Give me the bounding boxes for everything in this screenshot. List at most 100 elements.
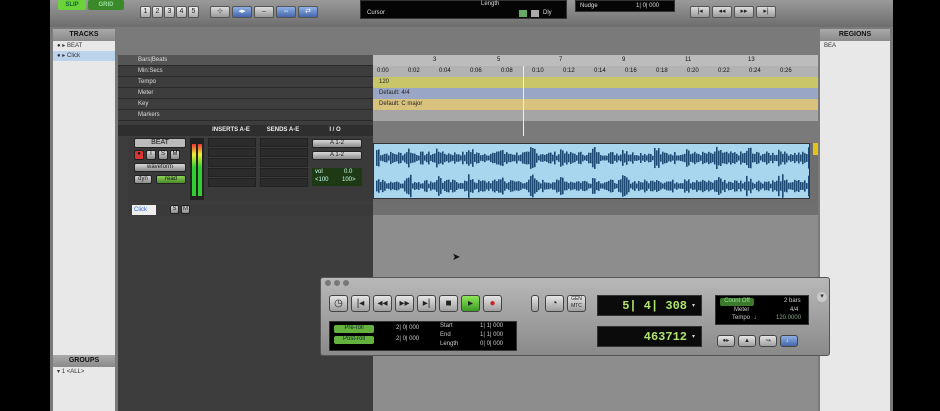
select-tool-icon[interactable]: ⎯ xyxy=(254,6,274,18)
playhead-line[interactable] xyxy=(523,66,524,136)
click-solo-button[interactable]: S xyxy=(170,205,179,214)
close-icon[interactable] xyxy=(325,280,331,286)
ruler-label-key[interactable]: Key xyxy=(118,99,373,110)
go-to-end-icon[interactable]: ▸| xyxy=(756,6,776,18)
sub-counter[interactable]: 463712 xyxy=(597,326,702,347)
groups-panel-title[interactable]: GROUPS xyxy=(53,355,115,367)
send-slot[interactable] xyxy=(260,168,308,177)
meter-value[interactable]: 4/4 xyxy=(790,307,798,313)
ruler-label-bars-beats[interactable]: Bars|Beats xyxy=(118,55,373,66)
fast-forward-button[interactable]: ▸▸ xyxy=(395,295,414,312)
insert-slot[interactable] xyxy=(208,138,256,147)
tempo-ruler[interactable]: 120 xyxy=(373,77,818,88)
zoom-preset-3[interactable]: 3 xyxy=(164,6,175,18)
insert-slot[interactable] xyxy=(208,168,256,177)
output-selector[interactable]: A 1-2 xyxy=(312,151,362,160)
zoom-preset-4[interactable]: 4 xyxy=(176,6,187,18)
automation-mode-selector[interactable]: read xyxy=(156,175,186,184)
tracks-list-item[interactable]: ● ▸ Click xyxy=(53,51,115,61)
zoom-preset-5[interactable]: 5 xyxy=(188,6,199,18)
nudge-value[interactable]: 1| 0| 000 xyxy=(636,3,659,9)
end-value[interactable]: 1| 1| 000 xyxy=(480,332,503,338)
return-to-zero-icon[interactable]: |◂ xyxy=(690,6,710,18)
slip-mode-button[interactable]: SLIP xyxy=(58,0,86,10)
gen-mtc-button[interactable]: GEN MTC xyxy=(567,295,586,312)
link-icon[interactable] xyxy=(519,10,527,17)
postroll-button[interactable]: Post-roll xyxy=(334,336,374,344)
record-enable-button[interactable]: ● xyxy=(134,150,144,160)
beat-track-name[interactable]: BEAT xyxy=(134,138,186,148)
online-icon[interactable]: ◷ xyxy=(329,295,348,312)
playlist-selector[interactable]: dyn xyxy=(134,175,152,184)
volume-pan-display[interactable]: vol 0.0 <100 100> xyxy=(312,168,362,186)
play-button[interactable]: ▸ xyxy=(461,295,480,312)
ruler-label-min-secs[interactable]: Min:Secs xyxy=(118,66,373,77)
insert-slots xyxy=(208,138,256,187)
send-slot[interactable] xyxy=(260,158,308,167)
transport-menu-icon[interactable]: ▾ xyxy=(817,292,827,302)
send-slot[interactable] xyxy=(260,178,308,187)
insert-slot[interactable] xyxy=(208,148,256,157)
clipboard-icon[interactable] xyxy=(531,10,539,17)
postroll-value[interactable]: 2| 0| 000 xyxy=(396,336,419,342)
markers-ruler[interactable] xyxy=(373,110,818,121)
go-to-end-button[interactable]: ▸| xyxy=(417,295,436,312)
clip-resize-handle[interactable] xyxy=(813,143,818,155)
fast-forward-icon[interactable]: ▸▸ xyxy=(734,6,754,18)
zoom-preset-2[interactable]: 2 xyxy=(152,6,163,18)
meter-ruler[interactable]: Default: 4/4 xyxy=(373,88,818,99)
insert-slot[interactable] xyxy=(208,158,256,167)
solo-button[interactable]: S xyxy=(158,150,168,160)
group-list-item[interactable]: ▾ 1 <ALL> xyxy=(53,367,115,377)
stop-button[interactable]: ■ xyxy=(439,295,458,312)
midi-merge-icon[interactable]: ↝ xyxy=(759,335,777,347)
tempo-note-icon[interactable]: ♩ xyxy=(754,315,760,321)
preroll-value[interactable]: 2| 0| 000 xyxy=(396,325,419,331)
regions-panel-title[interactable]: REGIONS xyxy=(820,29,890,41)
min-secs-ruler[interactable]: 0:00 0:02 0:04 0:06 0:08 0:10 0:12 0:14 … xyxy=(373,66,818,77)
click-track-name[interactable]: Click xyxy=(132,205,156,215)
track-view-selector[interactable]: waveform xyxy=(134,163,186,172)
return-to-zero-button[interactable]: |◂ xyxy=(351,295,370,312)
conductor-icon[interactable]: ♩ xyxy=(780,335,798,347)
bars-beats-ruler[interactable]: 3 5 7 9 11 13 xyxy=(373,55,818,66)
loop-toggle[interactable] xyxy=(531,295,539,312)
metronome-click-icon[interactable]: ▲ xyxy=(738,335,756,347)
send-slot[interactable] xyxy=(260,148,308,157)
tempo-value[interactable]: 120.0000 xyxy=(776,315,801,321)
region-list-item[interactable]: BEA xyxy=(820,41,890,51)
ruler-label-meter[interactable]: Meter xyxy=(118,88,373,99)
start-value[interactable]: 1| 1| 000 xyxy=(480,323,503,329)
rewind-button[interactable]: ◂◂ xyxy=(373,295,392,312)
count-off-button[interactable]: Count Off xyxy=(720,298,754,306)
grid-mode-button[interactable]: GRID xyxy=(88,0,124,10)
main-counter-dropdown-icon[interactable]: ▾ xyxy=(692,302,695,309)
zoom-preset-1[interactable]: 1 xyxy=(140,6,151,18)
ruler-label-tempo[interactable]: Tempo xyxy=(118,77,373,88)
minimize-icon[interactable] xyxy=(334,280,340,286)
preroll-button[interactable]: Pre-roll xyxy=(334,325,374,333)
length-value[interactable]: 0| 0| 000 xyxy=(480,341,503,347)
wait-for-note-icon[interactable]: ●▸ xyxy=(717,335,735,347)
metronome-icon[interactable]: ◔ xyxy=(545,295,564,312)
grabber-tool-icon[interactable]: ⇔ xyxy=(276,6,296,18)
sub-counter-dropdown-icon[interactable]: ▾ xyxy=(692,333,695,340)
input-monitor-button[interactable]: I xyxy=(146,150,156,160)
record-button[interactable]: ● xyxy=(483,295,502,312)
rewind-icon[interactable]: ◂◂ xyxy=(712,6,732,18)
mute-button[interactable]: M xyxy=(170,150,180,160)
main-counter[interactable]: 5| 4| 308 xyxy=(597,295,702,316)
input-selector[interactable]: A 1-2 xyxy=(312,139,362,148)
send-slot[interactable] xyxy=(260,138,308,147)
zoom-icon[interactable] xyxy=(343,280,349,286)
audio-clip[interactable] xyxy=(373,143,810,199)
insert-slot[interactable] xyxy=(208,178,256,187)
tracks-list-item[interactable]: ● ▸ BEAT xyxy=(53,41,115,51)
trim-tool-icon[interactable]: ◂▸ xyxy=(232,6,252,18)
tracks-panel-title[interactable]: TRACKS xyxy=(53,29,115,41)
ruler-label-markers[interactable]: Markers xyxy=(118,110,373,121)
smart-tool-icon[interactable]: ⇄ xyxy=(298,6,318,18)
click-mute-button[interactable]: M xyxy=(181,205,190,214)
zoom-tool-icon[interactable]: ⊹ xyxy=(210,6,230,18)
key-ruler[interactable]: Default: C major xyxy=(373,99,818,110)
